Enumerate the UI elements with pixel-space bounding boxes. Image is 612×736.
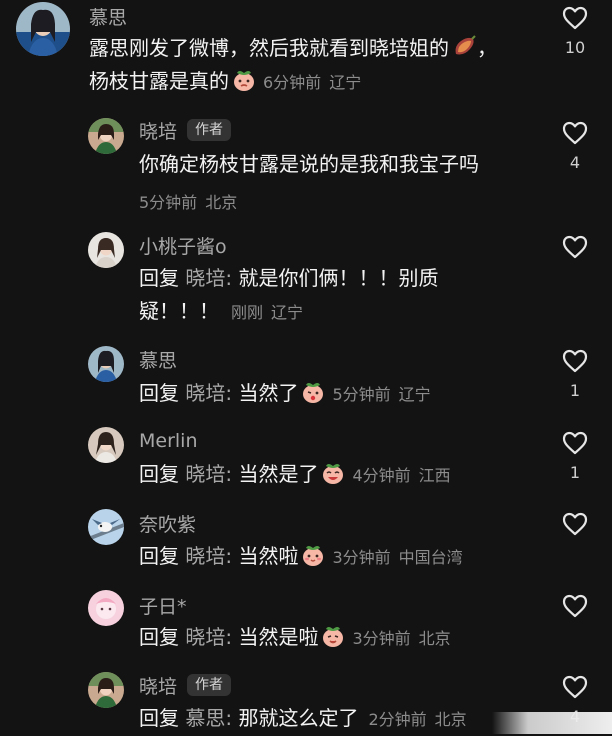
comment-text: 回复 晓培: 就是你们俩！！！别质 疑！！！ 刚刚 辽宁 [139, 266, 439, 323]
heart-outline-icon[interactable] [562, 349, 588, 373]
comment-location: 辽宁 [398, 385, 431, 404]
reply-prefix: 回复 [139, 266, 179, 290]
avatar[interactable] [88, 590, 124, 626]
avatar[interactable] [88, 427, 124, 463]
comment-time: 刚刚 [231, 303, 264, 322]
reply-prefix: 回复 [139, 706, 179, 730]
avatar[interactable] [16, 2, 70, 56]
comment-location: 辽宁 [271, 303, 304, 322]
sweet-potato-emoji [451, 34, 477, 60]
username[interactable]: Merlin [139, 430, 198, 452]
like-count: 1 [569, 381, 581, 400]
comment-location: 江西 [418, 466, 451, 485]
like-count: 1 [569, 463, 581, 482]
author-badge: 作者 [187, 674, 232, 696]
comment-time: 3分钟前 [352, 629, 411, 648]
comment-location: 中国台湾 [398, 548, 463, 567]
comment-text: 露思刚发了微博，然后我就看到晓培姐的， 杨枝甘露是真的 6分钟前 辽宁 [89, 34, 497, 93]
comment-location: 北京 [434, 710, 467, 729]
peach-emoji [320, 623, 346, 649]
comment-text: 回复 晓培: 当然了 5分钟前 辽宁 [139, 379, 431, 405]
username[interactable]: 晓培 [139, 672, 177, 699]
like-button[interactable]: 1 [557, 431, 593, 482]
like-button[interactable] [557, 512, 593, 562]
comment-text: 回复 晓培: 当然是了 4分钟前 江西 [139, 460, 451, 486]
comment-text: 回复 晓培: 当然是啦 3分钟前 北京 [139, 623, 451, 649]
peach-emoji [320, 460, 346, 486]
username[interactable]: 晓培 [139, 117, 177, 144]
comment-location: 北京 [205, 193, 238, 212]
reply-target[interactable]: 晓培: [185, 266, 232, 290]
username[interactable]: 子日* [139, 592, 187, 619]
avatar[interactable] [88, 232, 124, 268]
username[interactable]: 小桃子酱o [139, 232, 227, 259]
reply-target[interactable]: 晓培: [185, 381, 232, 405]
heart-outline-icon[interactable] [562, 121, 588, 145]
comment-time: 2分钟前 [368, 710, 427, 729]
like-count [557, 544, 593, 562]
comment-text: 回复 慕思: 那就这么定了 2分钟前 北京 [139, 706, 467, 730]
comment-time: 6分钟前 [263, 73, 322, 92]
like-button[interactable] [557, 594, 593, 644]
comment-text: 回复 晓培: 当然啦 3分钟前 中国台湾 [139, 542, 463, 568]
comment-location: 辽宁 [329, 73, 362, 92]
comment-time: 5分钟前 [139, 193, 198, 212]
watermark-overlay [492, 712, 612, 734]
reply-prefix: 回复 [139, 381, 179, 405]
avatar[interactable] [88, 346, 124, 382]
like-button[interactable] [557, 235, 593, 285]
heart-outline-icon[interactable] [562, 512, 588, 536]
comment-time: 4分钟前 [352, 466, 411, 485]
author-badge: 作者 [187, 119, 232, 141]
avatar[interactable] [88, 118, 124, 154]
heart-outline-icon[interactable] [562, 235, 588, 259]
username[interactable]: 奈吹紫 [139, 510, 196, 537]
comment-location: 北京 [418, 629, 451, 648]
like-button[interactable]: 4 [557, 121, 593, 172]
reply-target[interactable]: 慕思: [185, 706, 232, 730]
like-button[interactable]: 1 [557, 349, 593, 400]
username[interactable]: 慕思 [139, 346, 177, 373]
heart-outline-icon[interactable] [562, 431, 588, 455]
heart-outline-icon[interactable] [562, 594, 588, 618]
reply-target[interactable]: 晓培: [185, 625, 232, 649]
comment-text: 你确定杨枝甘露是说的是我和我宝子吗 [139, 152, 479, 176]
peach-emoji [300, 542, 326, 568]
reply-prefix: 回复 [139, 462, 179, 486]
avatar[interactable] [88, 509, 124, 545]
like-count [557, 267, 593, 285]
comment-time: 5分钟前 [332, 385, 391, 404]
avatar[interactable] [88, 672, 124, 708]
reply-prefix: 回复 [139, 544, 179, 568]
reply-target[interactable]: 晓培: [185, 544, 232, 568]
peach-emoji [231, 67, 257, 93]
like-count: 4 [569, 153, 581, 172]
username[interactable]: 慕思 [89, 3, 127, 30]
like-count [557, 626, 593, 644]
comment-time: 3分钟前 [332, 548, 391, 567]
reply-prefix: 回复 [139, 625, 179, 649]
heart-outline-icon[interactable] [562, 6, 588, 30]
heart-outline-icon[interactable] [562, 675, 588, 699]
like-count: 10 [564, 38, 586, 57]
peach-emoji [300, 379, 326, 405]
like-button[interactable]: 10 [557, 6, 593, 57]
reply-target[interactable]: 晓培: [185, 462, 232, 486]
